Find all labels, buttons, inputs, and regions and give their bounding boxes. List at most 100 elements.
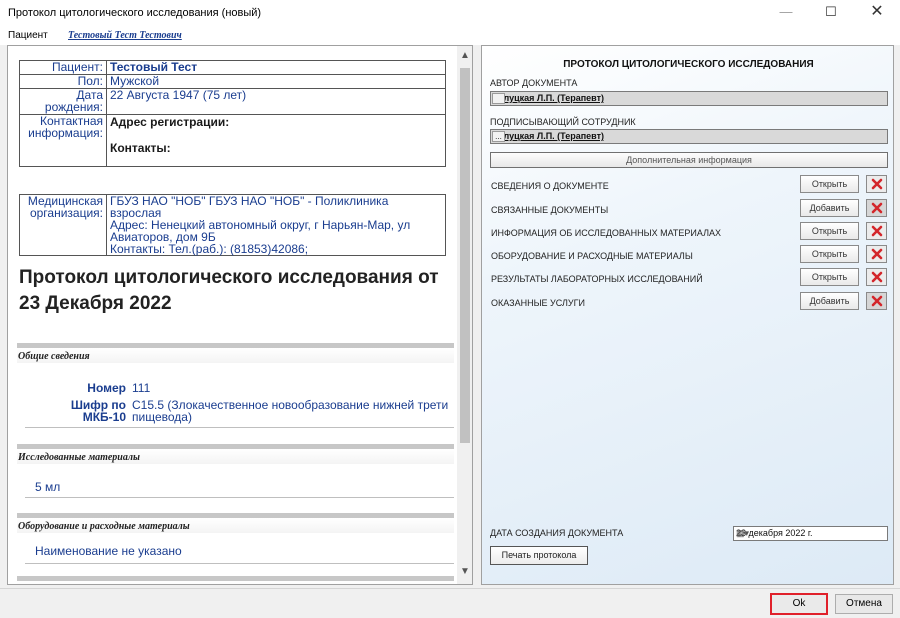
row-label: РЕЗУЛЬТАТЫ ЛАБОРАТОРНЫХ ИССЛЕДОВАНИЙ	[491, 274, 703, 284]
list-item: ОБОРУДОВАНИЕ И РАСХОДНЫЕ МАТЕРИАЛЫ Откры…	[490, 245, 890, 265]
divider	[25, 427, 454, 428]
patient-key: Пациент:	[19, 60, 107, 75]
panel-title: ПРОТОКОЛ ЦИТОЛОГИЧЕСКОГО ИССЛЕДОВАНИЯ	[563, 59, 814, 70]
delete-button[interactable]	[866, 292, 887, 310]
delete-icon	[871, 248, 882, 260]
ok-button[interactable]: Ok	[770, 593, 828, 615]
delete-button[interactable]	[866, 222, 887, 240]
open-button[interactable]: Открыть	[800, 268, 859, 286]
list-item: ИНФОРМАЦИЯ ОБ ИССЛЕДОВАННЫХ МАТЕРИАЛАХ О…	[490, 222, 890, 242]
delete-icon	[871, 295, 882, 307]
row-label: ИНФОРМАЦИЯ ОБ ИССЛЕДОВАННЫХ МАТЕРИАЛАХ	[491, 228, 721, 238]
mkb-value: C15.5 (Злокачественное новообразование н…	[132, 399, 452, 423]
delete-icon	[871, 225, 882, 237]
author-select-button	[492, 93, 505, 104]
dialog-footer: Ok Отмена	[0, 588, 900, 618]
sex-value: Мужской	[106, 74, 446, 89]
organization-line: ГБУЗ НАО "НОБ" ГБУЗ НАО "НОБ" - Поликлин…	[110, 194, 389, 220]
patient-name-link[interactable]: Тестовый Тест Тестович	[68, 30, 182, 41]
section-title: Исследованные материалы	[18, 452, 140, 463]
scroll-thumb[interactable]	[460, 68, 470, 443]
patient-label: Пациент	[8, 30, 48, 41]
patient-bar: Пациент Тестовый Тест Тестович	[0, 27, 900, 45]
scroll-down-icon[interactable]: ▼	[457, 564, 472, 580]
author-value: Балуцкая Л.П. (Терапевт)	[492, 93, 604, 103]
cancel-button[interactable]: Отмена	[835, 594, 893, 614]
organization-value: ГБУЗ НАО "НОБ" ГБУЗ НАО "НОБ" - Поликлин…	[106, 194, 446, 256]
table-row: Пол: Мужской	[19, 74, 446, 89]
material-value: 5 мл	[35, 480, 61, 494]
list-item: ОКАЗАННЫЕ УСЛУГИ Добавить	[490, 292, 890, 312]
list-item: СВЕДЕНИЯ О ДОКУМЕНТЕ Открыть	[490, 175, 890, 195]
table-row: Контактная информация: Адрес регистрации…	[19, 114, 446, 167]
table-row: Пациент: Тестовый Тест	[19, 60, 446, 75]
signer-field[interactable]: Балуцкая Л.П. (Терапевт) ...	[490, 129, 888, 144]
scroll-up-icon[interactable]: ▲	[457, 48, 472, 64]
birthdate-key: Дата рождения:	[19, 88, 107, 115]
row-label: СВЯЗАННЫЕ ДОКУМЕНТЫ	[491, 205, 609, 215]
calendar-dropdown-icon[interactable]: ▦▾	[736, 528, 885, 539]
document-view: Пациент: Тестовый Тест Пол: Мужской Дата…	[8, 46, 457, 584]
open-button[interactable]: Открыть	[800, 175, 859, 193]
document-title: Протокол цитологического исследования от…	[19, 265, 457, 317]
add-button[interactable]: Добавить	[800, 292, 859, 310]
list-item: СВЯЗАННЫЕ ДОКУМЕНТЫ Добавить	[490, 199, 890, 219]
maximize-button[interactable]: ☐	[808, 0, 854, 26]
creation-date-label: ДАТА СОЗДАНИЯ ДОКУМЕНТА	[490, 528, 624, 538]
section-header-equipment: Оборудование и расходные материалы	[17, 513, 454, 533]
delete-button[interactable]	[866, 199, 887, 217]
signer-select-button[interactable]: ...	[492, 131, 505, 142]
add-button[interactable]: Добавить	[800, 199, 859, 217]
registration-address-label: Адрес регистрации:	[110, 115, 230, 129]
row-label: ОБОРУДОВАНИЕ И РАСХОДНЫЕ МАТЕРИАЛЫ	[491, 251, 693, 261]
minimize-button[interactable]: —	[763, 0, 809, 26]
signer-value: Балуцкая Л.П. (Терапевт)	[492, 131, 604, 141]
open-button[interactable]: Открыть	[800, 245, 859, 263]
delete-button[interactable]	[866, 175, 887, 193]
organization-line: Контакты: Тел.(раб.): (81853)42086;	[110, 242, 309, 256]
author-label: АВТОР ДОКУМЕНТА	[490, 78, 578, 88]
mkb-key-line: МКБ-10	[82, 410, 126, 424]
row-label: СВЕДЕНИЯ О ДОКУМЕНТЕ	[491, 181, 609, 191]
contact-key: Контактная информация:	[19, 114, 107, 167]
section-title: Общие сведения	[18, 351, 90, 362]
organization-key: Медицинская организация:	[19, 194, 107, 256]
divider	[25, 563, 454, 564]
title-bar: Протокол цитологического исследования (н…	[0, 0, 900, 26]
signer-label: ПОДПИСЫВАЮЩИЙ СОТРУДНИК	[490, 117, 636, 127]
delete-button[interactable]	[866, 268, 887, 286]
document-title-line: 23 Декабря 2022	[19, 293, 172, 314]
main-area: Пациент: Тестовый Тест Пол: Мужской Дата…	[0, 45, 900, 588]
open-button[interactable]: Открыть	[800, 222, 859, 240]
row-label: ОКАЗАННЫЕ УСЛУГИ	[491, 298, 585, 308]
section-header-next	[17, 576, 454, 584]
list-item: РЕЗУЛЬТАТЫ ЛАБОРАТОРНЫХ ИССЛЕДОВАНИЙ Отк…	[490, 268, 890, 288]
delete-icon	[871, 178, 882, 190]
protocol-panel: ПРОТОКОЛ ЦИТОЛОГИЧЕСКОГО ИССЛЕДОВАНИЯ АВ…	[481, 45, 894, 585]
delete-icon	[871, 271, 882, 283]
patient-info-table: Пациент: Тестовый Тест Пол: Мужской Дата…	[19, 60, 446, 167]
birthdate-value: 22 Августа 1947 (75 лет)	[106, 88, 446, 115]
contacts-label: Контакты:	[110, 141, 171, 155]
mkb-key: Шифр по МКБ-10	[48, 399, 126, 423]
organization-table: Медицинская организация: ГБУЗ НАО "НОБ" …	[19, 194, 446, 256]
delete-button[interactable]	[866, 245, 887, 263]
document-scrollbar[interactable]: ▲ ▼	[457, 46, 472, 584]
patient-value: Тестовый Тест	[106, 60, 446, 75]
delete-icon	[871, 202, 882, 214]
number-key: Номер	[87, 381, 126, 395]
close-button[interactable]: ✕	[854, 0, 900, 26]
section-header-materials: Исследованные материалы	[17, 444, 454, 464]
document-preview-pane: Пациент: Тестовый Тест Пол: Мужской Дата…	[7, 45, 473, 585]
section-header-general: Общие сведения	[17, 343, 454, 363]
document-title-line: Протокол цитологического исследования от	[19, 267, 439, 288]
mkb-value-line: пищевода)	[132, 410, 192, 424]
author-field[interactable]: Балуцкая Л.П. (Терапевт)	[490, 91, 888, 106]
print-protocol-button[interactable]: Печать протокола	[490, 546, 588, 565]
table-row: Медицинская организация: ГБУЗ НАО "НОБ" …	[19, 194, 446, 256]
sex-key: Пол:	[19, 74, 107, 89]
divider	[25, 497, 454, 498]
additional-info-button[interactable]: Дополнительная информация	[490, 152, 888, 168]
creation-date-picker[interactable]: 23 декабря 2022 г. ▦▾	[733, 526, 888, 541]
table-row: Дата рождения: 22 Августа 1947 (75 лет)	[19, 88, 446, 115]
